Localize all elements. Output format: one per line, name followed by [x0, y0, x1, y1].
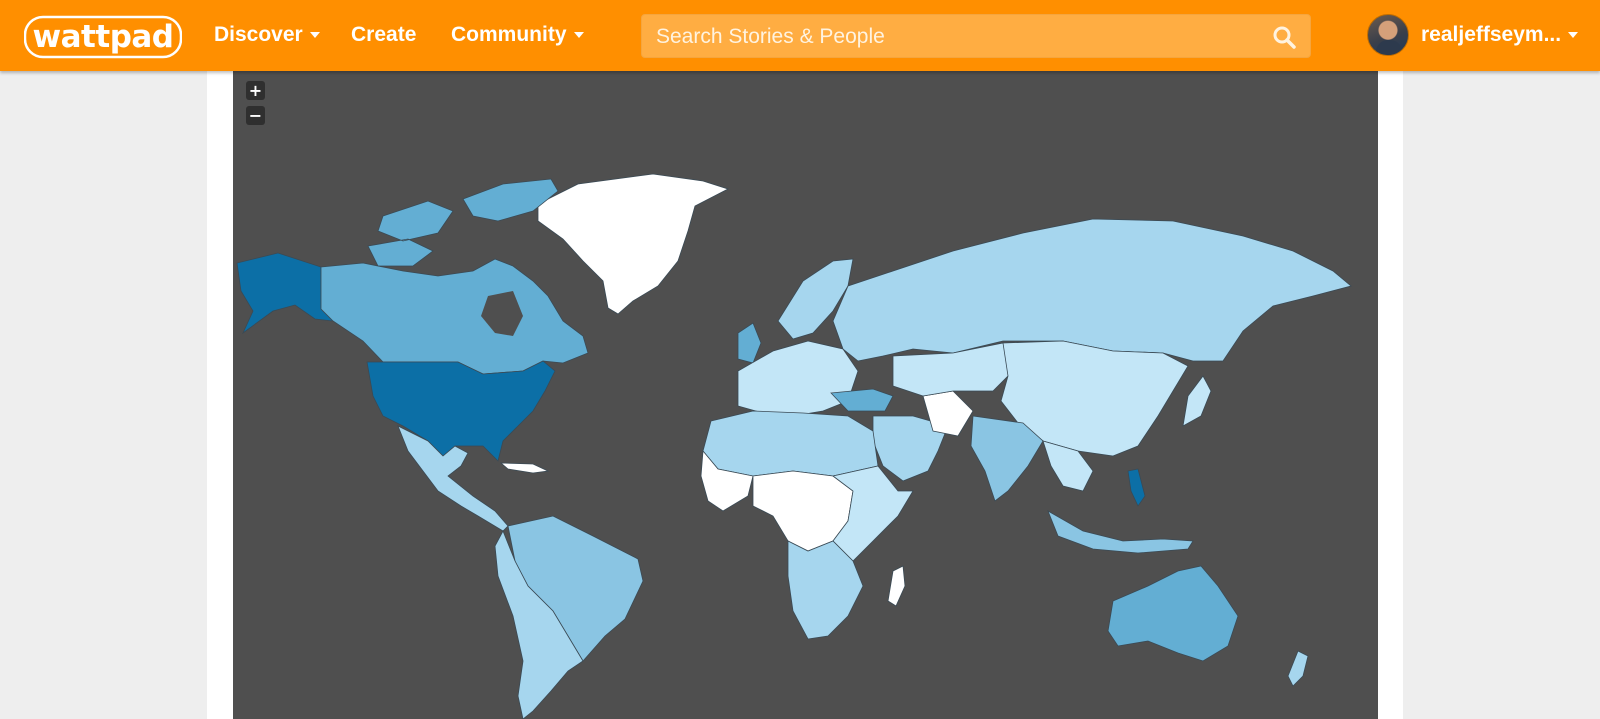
map-region-caribbean[interactable]: [499, 462, 550, 474]
map-region-new-zealand[interactable]: [1287, 650, 1309, 687]
chevron-down-icon: [1568, 32, 1579, 39]
search-icon[interactable]: [1272, 25, 1296, 49]
wattpad-logo[interactable]: wattpad: [24, 14, 182, 60]
nav-create[interactable]: Create: [351, 18, 416, 52]
top-navigation-bar: wattpad Discover Create Community realje…: [0, 0, 1600, 71]
nav-create-label: Create: [351, 23, 417, 46]
map-region-australia[interactable]: [1107, 565, 1239, 662]
world-map-canvas: [236, 173, 1352, 719]
map-region-turkey[interactable]: [830, 388, 894, 412]
map-region-canada[interactable]: [320, 258, 589, 375]
map-region-usa[interactable]: [366, 360, 556, 462]
map-region-madagascar[interactable]: [887, 565, 906, 607]
map-region-arctic-islands[interactable]: [367, 178, 559, 267]
nav-discover[interactable]: Discover: [214, 18, 320, 52]
nav-community[interactable]: Community: [451, 18, 584, 52]
zoom-out-button[interactable]: −: [246, 106, 265, 125]
chevron-down-icon: [573, 32, 584, 39]
logo-text: wattpad: [32, 19, 175, 55]
chevron-down-icon: [309, 32, 320, 39]
username-label: realjeffseym...: [1421, 23, 1562, 46]
zoom-in-button[interactable]: +: [246, 81, 265, 100]
map-region-north-africa[interactable]: [702, 410, 879, 477]
map-region-japan[interactable]: [1182, 375, 1212, 427]
search-box: [641, 14, 1311, 59]
map-region-philippines[interactable]: [1127, 468, 1146, 507]
map-region-russia[interactable]: [832, 218, 1352, 362]
nav-community-label: Community: [451, 23, 567, 46]
search-input[interactable]: [654, 15, 1258, 59]
user-menu[interactable]: realjeffseym...: [1421, 18, 1579, 52]
map-region-uk[interactable]: [737, 322, 762, 364]
map-region-greenland[interactable]: [537, 173, 730, 315]
nav-discover-label: Discover: [214, 23, 303, 46]
world-map[interactable]: + −: [233, 71, 1378, 719]
map-region-indonesia[interactable]: [1047, 510, 1194, 554]
map-region-alaska[interactable]: [236, 252, 335, 335]
avatar[interactable]: [1367, 14, 1409, 56]
